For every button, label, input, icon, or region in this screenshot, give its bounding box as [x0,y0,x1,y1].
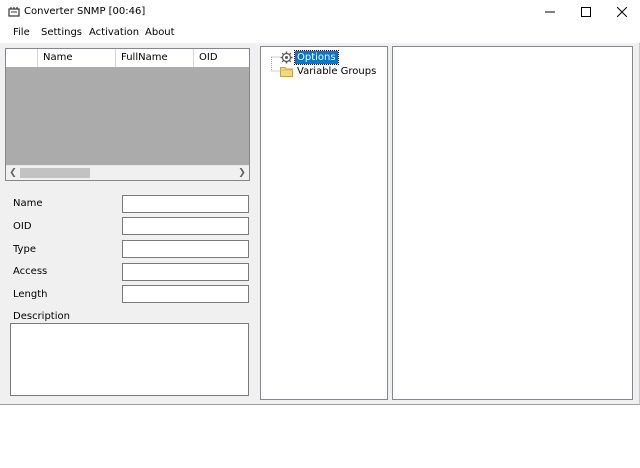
variables-grid[interactable]: Name FullName OID ❮ ❯ [5,48,250,181]
close-button[interactable] [604,0,640,24]
grid-header: Name FullName OID [6,49,249,68]
column-oid[interactable]: OID [194,49,249,67]
grid-horizontal-scrollbar[interactable]: ❮ ❯ [6,165,249,180]
column-name[interactable]: Name [38,49,116,67]
options-tree[interactable]: Options Variable Groups [260,46,388,400]
column-fullname[interactable]: FullName [116,49,194,67]
scroll-left-icon[interactable]: ❮ [7,167,19,179]
title-bar[interactable]: Converter SNMP [00:46] [0,0,640,24]
maximize-button[interactable] [568,0,604,24]
window-title: Converter SNMP [00:46] [24,6,146,17]
description-textarea[interactable] [10,323,249,396]
minimize-button[interactable] [532,0,568,24]
tree-item-options-label[interactable]: Options [294,49,339,65]
menu-activation[interactable]: Activation [89,27,139,38]
scroll-right-icon[interactable]: ❯ [236,167,248,179]
tree-item-options[interactable]: Options [280,49,339,65]
access-field[interactable] [122,263,249,281]
main-window: Converter SNMP [00:46] File Settings Act… [0,0,640,405]
menu-settings[interactable]: Settings [41,27,82,38]
minimize-icon [545,11,555,13]
menu-bar: File Settings Activation About [0,24,640,43]
grid-body[interactable] [6,67,249,166]
maximize-icon [581,7,591,17]
folder-icon [280,66,293,77]
type-field[interactable] [122,240,249,258]
oid-field[interactable] [122,217,249,235]
gear-icon [280,51,293,63]
menu-about[interactable]: About [145,27,175,38]
name-field[interactable] [122,195,249,213]
row-header-column[interactable] [6,49,38,67]
details-panel[interactable] [392,46,633,400]
length-field[interactable] [122,285,249,303]
length-label: Length [13,289,48,300]
access-label: Access [13,266,48,277]
type-label: Type [13,244,36,255]
menu-file[interactable]: File [13,27,30,38]
tree-item-variable-groups-label[interactable]: Variable Groups [295,65,378,78]
tree-item-variable-groups[interactable]: Variable Groups [280,64,378,78]
close-icon [617,7,627,17]
app-icon [8,7,20,17]
oid-label: OID [13,221,32,232]
description-label: Description [13,311,70,322]
name-label: Name [13,198,43,209]
scrollbar-thumb[interactable] [20,168,90,178]
